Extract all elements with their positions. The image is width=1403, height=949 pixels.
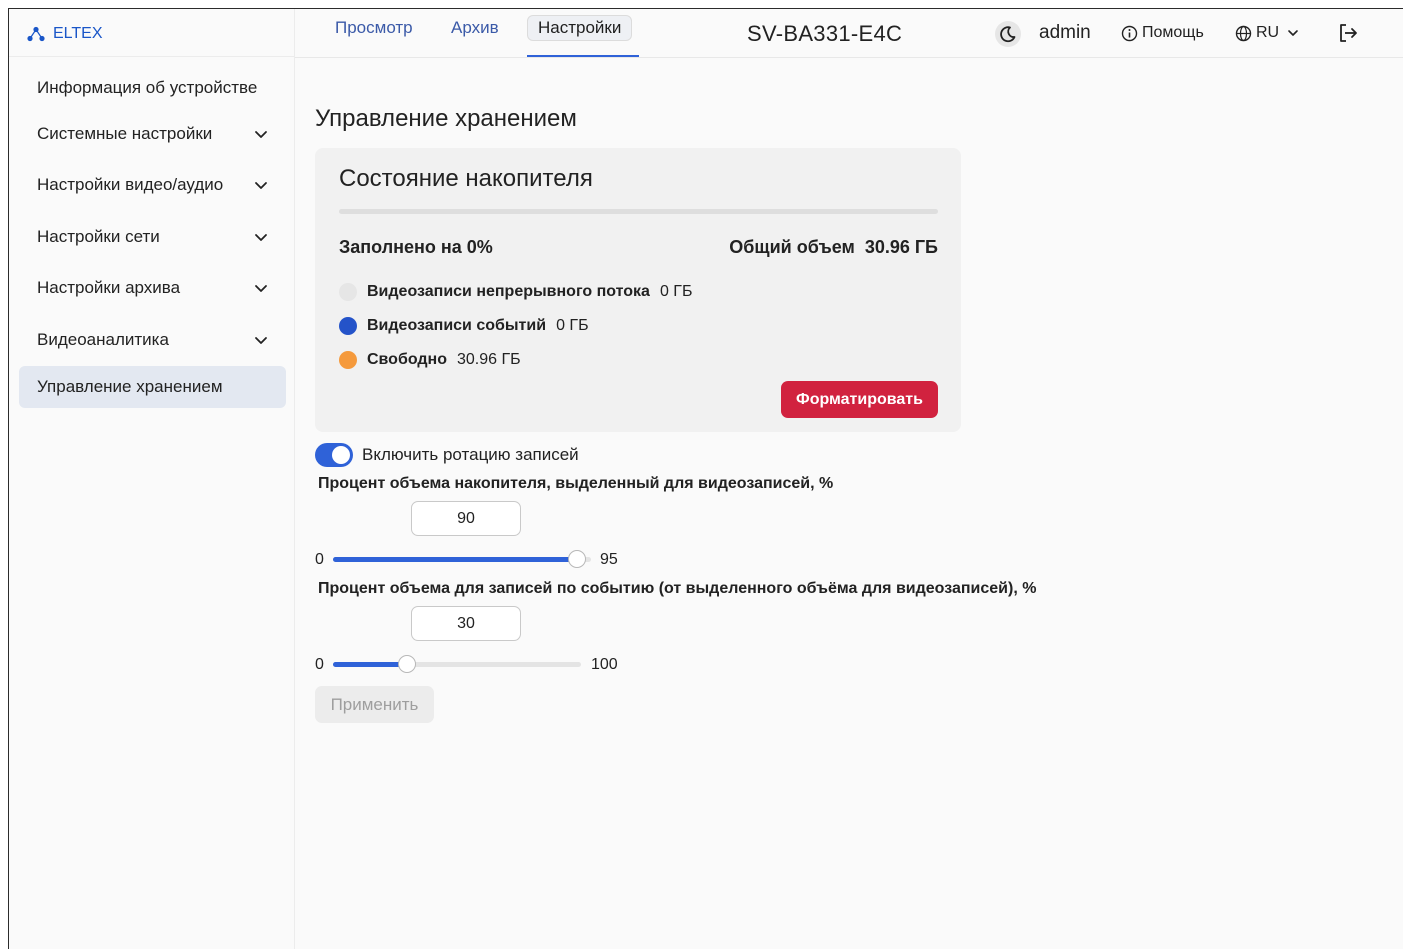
storage-progress-bar xyxy=(339,209,938,214)
video-percent-input[interactable]: 90 xyxy=(411,501,521,536)
sidebar-item-label: Настройки архива xyxy=(37,278,181,297)
chevron-down-icon xyxy=(255,131,267,138)
legend-continuous: Видеозаписи непрерывного потока 0 ГБ xyxy=(339,283,692,301)
legend-free: Свободно 30.96 ГБ xyxy=(339,351,521,369)
event-percent-max: 100 xyxy=(591,656,618,673)
event-percent-min: 0 xyxy=(315,656,324,673)
chevron-down-icon xyxy=(1288,30,1298,36)
sidebar-item-label: Управление хранением xyxy=(37,377,223,396)
brand-name: ELTEX xyxy=(53,25,103,42)
sidebar-item-label: Видеоаналитика xyxy=(37,330,169,349)
legend-dot-icon xyxy=(339,351,357,369)
chevron-down-icon xyxy=(255,182,267,189)
video-percent-max: 95 xyxy=(600,551,618,568)
storage-card-title: Состояние накопителя xyxy=(339,165,593,192)
tab-settings[interactable]: Настройки xyxy=(527,15,633,41)
video-percent-label: Процент объема накопителя, выделенный дл… xyxy=(318,475,834,492)
video-percent-min: 0 xyxy=(315,551,324,568)
sidebar: ELTEX Информация об устройстве Системные… xyxy=(9,9,295,949)
legend-events: Видеозаписи событий 0 ГБ xyxy=(339,317,589,335)
total-label: Общий объем xyxy=(729,237,855,257)
legend-value: 30.96 ГБ xyxy=(457,351,521,368)
info-icon xyxy=(1121,25,1138,41)
tab-view[interactable]: Просмотр xyxy=(335,18,413,38)
help-link[interactable]: Помощь xyxy=(1121,24,1204,42)
app-window: ELTEX Информация об устройстве Системные… xyxy=(8,8,1403,949)
slider-fill xyxy=(333,557,578,562)
sidebar-item-video-audio[interactable]: Настройки видео/аудио xyxy=(19,164,286,206)
legend-value: 0 ГБ xyxy=(659,283,693,300)
storage-status-card: Состояние накопителя Заполнено на 0% Общ… xyxy=(315,148,961,432)
chevron-down-icon xyxy=(255,285,267,292)
sidebar-item-label: Системные настройки xyxy=(37,124,213,143)
sidebar-item-network[interactable]: Настройки сети xyxy=(19,216,286,258)
sidebar-item-label: Информация об устройстве xyxy=(37,78,258,97)
legend-label: Видеозаписи событий xyxy=(367,317,547,334)
device-name: SV-BA331-E4C xyxy=(747,21,903,46)
legend-dot-icon xyxy=(339,283,357,301)
event-percent-input[interactable]: 30 xyxy=(411,606,521,641)
chevron-down-icon xyxy=(255,234,267,241)
eltex-logo-icon xyxy=(27,26,45,42)
total-capacity: Общий объем 30.96 ГБ xyxy=(729,237,938,258)
theme-toggle-icon[interactable] xyxy=(995,21,1021,47)
slider-thumb[interactable] xyxy=(568,550,587,568)
sidebar-item-label: Настройки видео/аудио xyxy=(37,175,224,194)
legend-label: Видеозаписи непрерывного потока xyxy=(367,283,650,300)
apply-button[interactable]: Применить xyxy=(315,686,434,723)
event-percent-label: Процент объема для записей по событию (о… xyxy=(318,580,1037,597)
legend-label: Свободно xyxy=(367,351,447,368)
rotation-toggle[interactable] xyxy=(315,443,353,467)
legend-dot-icon xyxy=(339,317,357,335)
slider-thumb[interactable] xyxy=(398,655,417,673)
globe-icon xyxy=(1235,25,1252,41)
brand-logo[interactable]: ELTEX xyxy=(27,23,103,45)
sidebar-item-storage-management[interactable]: Управление хранением xyxy=(19,366,286,408)
event-percent-slider[interactable] xyxy=(333,655,581,673)
rotation-label: Включить ротацию записей xyxy=(362,445,579,464)
brand-divider xyxy=(9,56,295,57)
active-tab-indicator xyxy=(527,55,639,57)
username[interactable]: admin xyxy=(1039,22,1091,44)
help-label: Помощь xyxy=(1142,24,1204,41)
filled-label: Заполнено на 0% xyxy=(339,237,493,257)
sidebar-item-label: Настройки сети xyxy=(37,227,160,246)
language-selector[interactable]: RU xyxy=(1235,24,1299,42)
sidebar-item-device-info[interactable]: Информация об устройстве xyxy=(19,67,286,109)
chevron-down-icon xyxy=(255,337,267,344)
sidebar-item-archive[interactable]: Настройки архива xyxy=(19,267,286,309)
toggle-knob xyxy=(332,446,350,464)
slider-fill xyxy=(333,662,408,667)
total-value: 30.96 ГБ xyxy=(864,237,938,257)
page-title: Управление хранением xyxy=(315,105,577,132)
sidebar-item-video-analytics[interactable]: Видеоаналитика xyxy=(19,319,286,361)
video-percent-slider[interactable] xyxy=(333,550,591,568)
top-bar: Просмотр Архив Настройки SV-BA331-E4C ad… xyxy=(295,9,1403,58)
sidebar-item-system-settings[interactable]: Системные настройки xyxy=(19,113,286,155)
logout-icon[interactable] xyxy=(1336,21,1360,45)
language-label: RU xyxy=(1256,24,1280,41)
legend-value: 0 ГБ xyxy=(556,317,589,334)
format-button[interactable]: Форматировать xyxy=(781,381,938,418)
tab-archive[interactable]: Архив xyxy=(451,18,499,38)
